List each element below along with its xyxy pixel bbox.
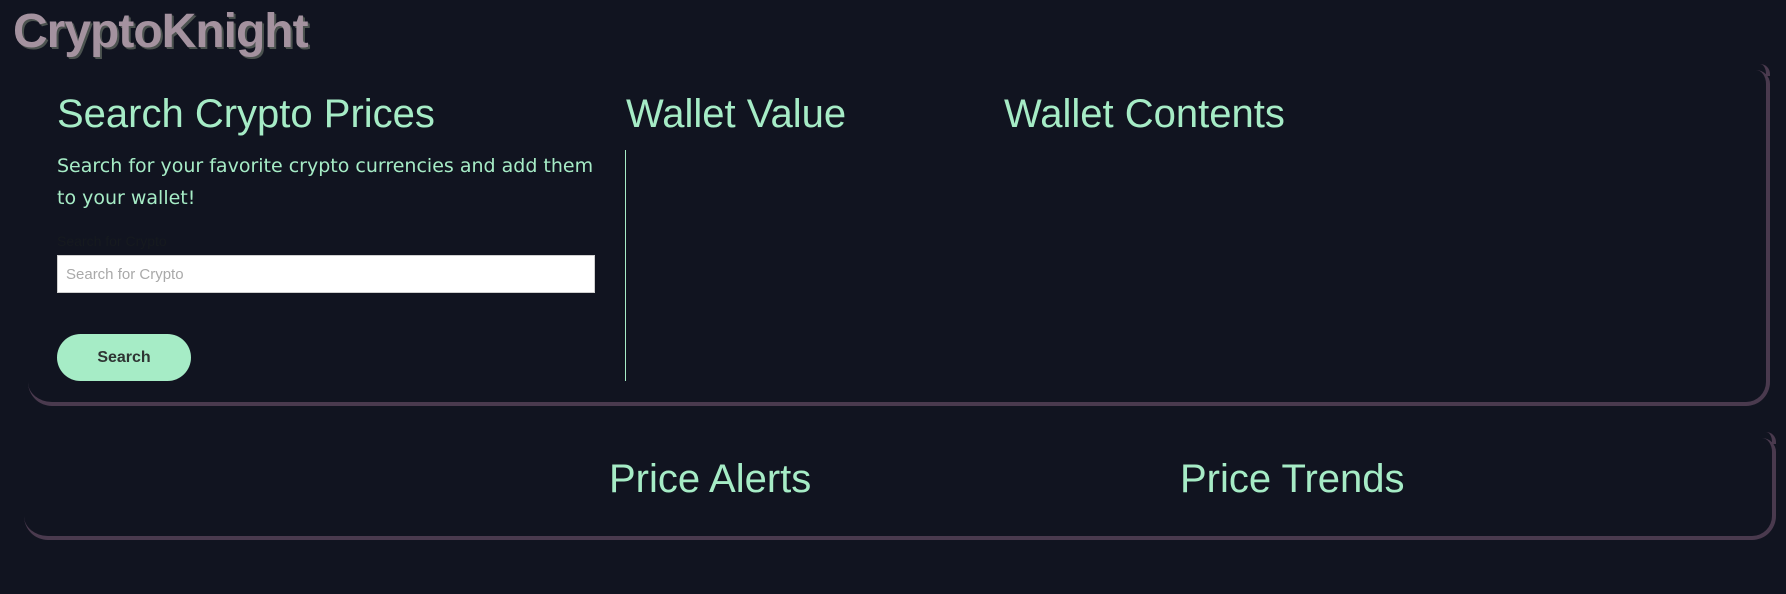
search-input[interactable] xyxy=(57,255,595,293)
wallet-contents-title: Wallet Contents xyxy=(1004,92,1285,136)
wallet-value-title: Wallet Value xyxy=(626,92,847,136)
app-logo-title: CryptoKnight xyxy=(13,5,309,58)
bottom-panel xyxy=(24,432,1776,540)
price-trends-title: Price Trends xyxy=(1180,457,1405,501)
search-button[interactable]: Search xyxy=(57,334,191,381)
search-panel-description: Search for your favorite crypto currenci… xyxy=(57,155,594,209)
search-field-label: Search for Crypto xyxy=(57,233,167,249)
section-divider xyxy=(625,150,626,381)
search-panel-title: Search Crypto Prices xyxy=(57,92,435,136)
price-alerts-title: Price Alerts xyxy=(609,457,812,501)
